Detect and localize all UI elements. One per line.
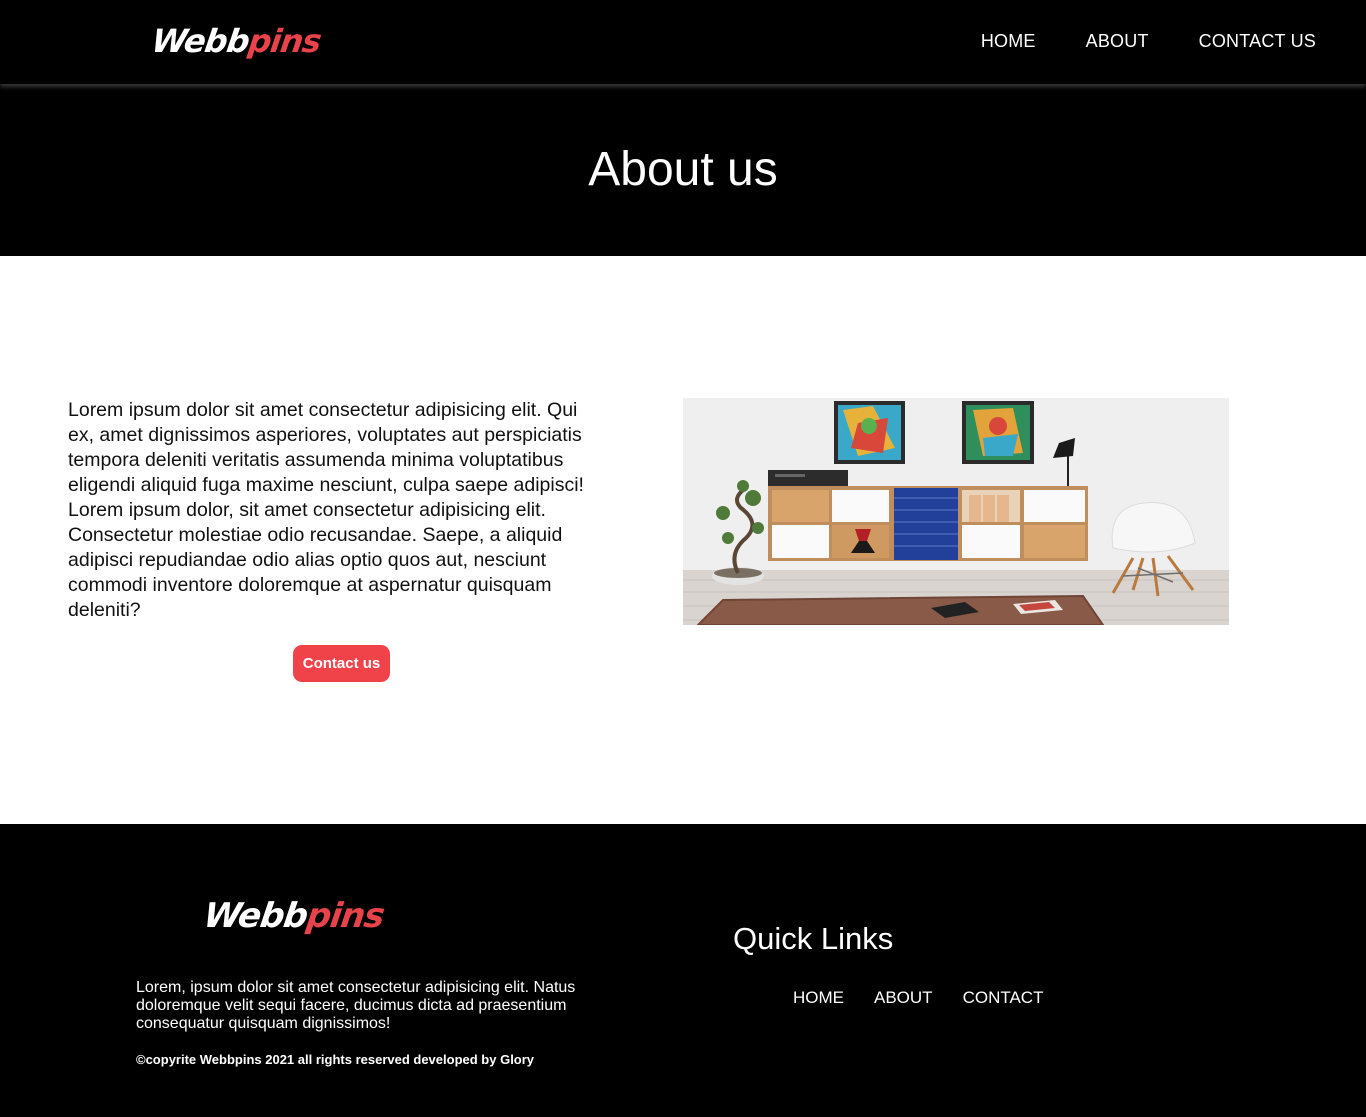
interior-photo (683, 398, 1229, 625)
hero-banner: About us (0, 84, 1366, 256)
footer-description: Lorem, ipsum dolor sit amet consectetur … (136, 979, 576, 1032)
site-footer: Webb pins Lorem, ipsum dolor sit amet con… (0, 824, 1366, 1117)
nav-home-link[interactable]: HOME (981, 31, 1036, 52)
footer-contact-link[interactable]: CONTACT (963, 988, 1044, 1008)
nav-contact-link[interactable]: CONTACT US (1199, 31, 1316, 52)
about-paragraph: Lorem ipsum dolor sit amet consectetur a… (68, 399, 584, 621)
site-header: Webb pins HOME ABOUT CONTACT US (0, 0, 1366, 84)
contact-us-button[interactable]: Contact us (293, 645, 390, 682)
page-title: About us (588, 143, 778, 196)
footer-home-link[interactable]: HOME (793, 988, 844, 1008)
copyright-text: ©copyrite Webbpins 2021 all rights reser… (136, 1052, 535, 1067)
footer-nav: HOME ABOUT CONTACT (793, 988, 1043, 1008)
header-logo[interactable]: Webb pins (149, 22, 323, 60)
quick-links-title: Quick Links (733, 921, 894, 956)
nav-about-link[interactable]: ABOUT (1086, 31, 1149, 52)
main-nav: HOME ABOUT CONTACT US (981, 31, 1316, 52)
footer-about-link[interactable]: ABOUT (874, 988, 933, 1008)
footer-logo[interactable]: Webb pins (201, 896, 386, 936)
